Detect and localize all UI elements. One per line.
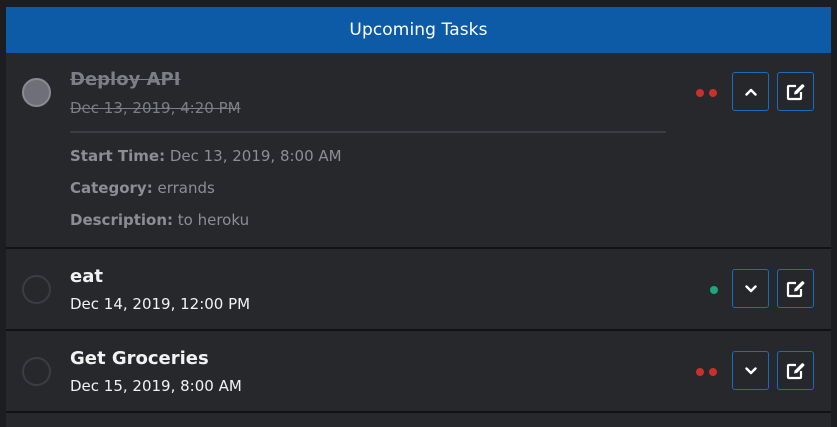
- edit-button[interactable]: [777, 72, 814, 111]
- chevron-down-icon: [744, 284, 757, 292]
- upcoming-tasks-panel: Upcoming Tasks Deploy API Dec 13, 2019, …: [6, 7, 831, 427]
- task-item: eat Dec 14, 2019, 12:00 PM: [6, 249, 831, 331]
- task-date: Dec 13, 2019, 4:20 PM: [70, 99, 241, 117]
- collapse-button[interactable]: [732, 72, 769, 111]
- priority-dot: [709, 89, 717, 97]
- priority-indicator: [696, 89, 717, 97]
- priority-dot: [709, 368, 717, 376]
- task-title: Get Groceries: [70, 348, 209, 369]
- task-start-time: Start Time: Dec 13, 2019, 8:00 AM: [70, 147, 342, 165]
- category-label: Category:: [70, 179, 153, 197]
- description-label: Description:: [70, 211, 174, 229]
- task-title: eat: [70, 266, 103, 287]
- task-category: Category: errands: [70, 179, 215, 197]
- task-complete-toggle[interactable]: [22, 357, 51, 386]
- task-item: Deploy API Dec 13, 2019, 4:20 PM Start T…: [6, 53, 831, 249]
- priority-dot: [696, 368, 704, 376]
- start-time-label: Start Time:: [70, 147, 166, 165]
- priority-dot: [710, 286, 718, 294]
- task-date: Dec 14, 2019, 12:00 PM: [70, 295, 251, 313]
- chevron-up-icon: [744, 88, 757, 96]
- panel-header: Upcoming Tasks: [6, 7, 831, 53]
- expand-button[interactable]: [732, 351, 769, 390]
- priority-indicator: [710, 286, 718, 294]
- task-complete-toggle[interactable]: [22, 275, 51, 304]
- edit-icon: [786, 362, 804, 379]
- category-value: errands: [152, 179, 215, 197]
- edit-icon: [786, 280, 804, 297]
- description-value: to heroku: [173, 211, 250, 229]
- edit-button[interactable]: [777, 269, 814, 308]
- chevron-down-icon: [744, 366, 757, 374]
- panel-title: Upcoming Tasks: [349, 20, 488, 40]
- details-divider: [70, 131, 666, 133]
- task-complete-toggle[interactable]: [22, 78, 51, 107]
- priority-indicator: [696, 368, 717, 376]
- edit-button[interactable]: [777, 351, 814, 390]
- task-title: Deploy API: [70, 69, 181, 90]
- expand-button[interactable]: [732, 269, 769, 308]
- edit-icon: [786, 83, 804, 100]
- start-time-value: Dec 13, 2019, 8:00 AM: [165, 147, 342, 165]
- task-description: Description: to heroku: [70, 211, 249, 229]
- task-date: Dec 15, 2019, 8:00 AM: [70, 377, 242, 395]
- priority-dot: [696, 89, 704, 97]
- task-item: Get Groceries Dec 15, 2019, 8:00 AM: [6, 331, 831, 413]
